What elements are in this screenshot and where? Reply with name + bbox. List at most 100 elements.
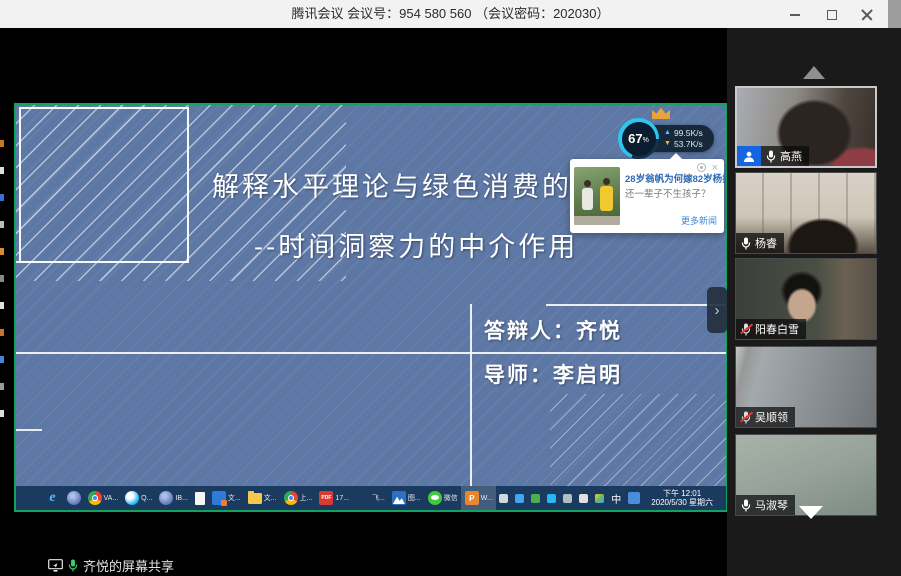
- taskbar-browser[interactable]: [63, 486, 84, 510]
- taskbar-label: 微信: [444, 493, 458, 503]
- taskbar-wps[interactable]: 文...: [208, 486, 244, 510]
- taskbar-ibm[interactable]: IB...: [156, 486, 191, 510]
- member-badge: [737, 146, 761, 166]
- volume-icon[interactable]: [579, 494, 588, 503]
- gear-icon[interactable]: [697, 163, 706, 172]
- mic-on-icon: [741, 499, 751, 512]
- qq-browser-icon: [125, 491, 139, 505]
- slide-vline-decor: [470, 304, 472, 486]
- taskbar-clock[interactable]: 下午 12:01 2020/5/30 星期六: [647, 489, 717, 508]
- antivirus-icon[interactable]: [531, 494, 540, 503]
- sliver: [0, 194, 4, 201]
- sliver: [0, 356, 4, 363]
- slide-corner-lines-decor: [550, 394, 726, 486]
- mic-on-icon: [766, 150, 776, 163]
- taskbar-label: Q...: [141, 495, 152, 502]
- share-banner-text: 齐悦的屏幕共享: [83, 556, 174, 575]
- clock-time: 下午 12:01: [651, 489, 713, 499]
- upload-arrow-icon: ▲: [664, 128, 671, 138]
- sliver: [0, 329, 4, 336]
- news-ad-popup[interactable]: 28岁翁帆为何嫁82岁杨振宁 还一辈子不生孩子？ 更多新闻 ×: [570, 159, 724, 233]
- memory-gauge[interactable]: 67%: [618, 118, 659, 159]
- taskbar-wechat[interactable]: 微信: [424, 486, 461, 510]
- taskbar-label: 上...: [300, 493, 313, 503]
- sliver: [0, 302, 4, 309]
- crown-icon: [652, 107, 670, 119]
- network-globe-icon[interactable]: [515, 494, 524, 503]
- taskbar-chrome-va[interactable]: VA...: [84, 486, 122, 510]
- participant-name: 吴顺领: [755, 409, 788, 425]
- scroll-down-icon[interactable]: [799, 506, 823, 519]
- powerpoint-icon: P: [465, 491, 479, 505]
- presentation-slide: 解释水平理论与绿色消费的 --时间洞察力的中介作用 答辩人：齐悦 导师：李启明 …: [16, 105, 726, 486]
- ad-photo[interactable]: [574, 167, 620, 225]
- participant-video-4[interactable]: 吴顺领: [735, 346, 877, 428]
- gauge-unit: %: [643, 137, 649, 144]
- participant-name: 杨睿: [755, 235, 777, 251]
- maximize-icon[interactable]: [825, 8, 837, 20]
- upload-speed-row: ▲ 99.5K/s: [664, 128, 703, 138]
- close-icon[interactable]: [861, 8, 873, 20]
- net-speed-widget[interactable]: 67% ▲ 99.5K/s ▼ 53.7K/s: [618, 107, 716, 161]
- taskbar-ppt-active[interactable]: P W...: [461, 486, 496, 510]
- ad-close-icon[interactable]: ×: [712, 164, 718, 172]
- shared-windows-taskbar: e VA... Q... IB... 文... 文... 上... PDF: [16, 486, 726, 510]
- globe-icon: [159, 491, 173, 505]
- participant-video-2[interactable]: 杨睿: [735, 172, 877, 254]
- scroll-up-icon[interactable]: [803, 66, 825, 79]
- slide-dash-decor: [16, 429, 42, 431]
- tray-app-icon[interactable]: [628, 492, 640, 504]
- ad-subline: 还一辈子不生孩子？: [625, 186, 721, 200]
- participant-name: 阳春白雪: [755, 321, 799, 337]
- mountain-icon: [392, 491, 406, 505]
- participant-video-1[interactable]: 高燕: [735, 86, 877, 168]
- ad-more-news-link[interactable]: 更多新闻: [681, 214, 717, 227]
- taskbar-pdf[interactable]: PDF 17...: [316, 486, 353, 510]
- gauge-value: 67%: [622, 122, 656, 156]
- start-button[interactable]: [21, 486, 42, 510]
- slide-dash-decor: [16, 261, 34, 263]
- participants-sidebar: 高燕 杨睿 阳春白雪: [727, 28, 901, 576]
- wifi-icon[interactable]: [563, 494, 572, 503]
- sidebar-collapse-tab[interactable]: ›: [707, 287, 727, 333]
- mic-muted-icon: [741, 411, 751, 424]
- photo-path-decor: [574, 216, 620, 225]
- taskbar-label: 飞...: [372, 493, 385, 503]
- participant-video-5[interactable]: 马淑琴: [735, 434, 877, 516]
- taskbar-chrome2[interactable]: 上...: [280, 486, 316, 510]
- bluetooth-icon[interactable]: [499, 494, 508, 503]
- mic-on-icon: [741, 237, 751, 250]
- taskbar-pictures[interactable]: 图...: [388, 486, 424, 510]
- taskbar-qq-browser[interactable]: Q...: [122, 486, 156, 510]
- ie-icon: e: [46, 491, 60, 505]
- participant-video-3[interactable]: 阳春白雪: [735, 258, 877, 340]
- name-badge: 高燕: [761, 146, 809, 166]
- taskbar-label: 文...: [228, 493, 241, 503]
- taskbar-ie[interactable]: e: [42, 486, 63, 510]
- wechat-icon: [428, 491, 442, 505]
- desktop-edge-slivers: [0, 140, 5, 417]
- taskbar-feishu[interactable]: 飞...: [353, 486, 389, 510]
- taskbar-notepad[interactable]: [191, 486, 208, 510]
- name-badge: 阳春白雪: [736, 319, 806, 339]
- input-method-indicator[interactable]: 中: [611, 491, 621, 506]
- sync-icon[interactable]: [547, 494, 556, 503]
- minimize-icon[interactable]: [789, 8, 801, 20]
- ad-headline-link[interactable]: 28岁翁帆为何嫁82岁杨振宁: [625, 171, 721, 185]
- photos-icon[interactable]: [595, 494, 604, 503]
- photo-woman-figure: [600, 178, 613, 211]
- download-arrow-icon: ▼: [664, 139, 671, 149]
- taskbar-folder[interactable]: 文...: [244, 486, 280, 510]
- meeting-titlebar: 腾讯会议 会议号：954 580 560 （会议密码：202030）: [0, 0, 901, 28]
- slide-hline-decor: [16, 352, 726, 354]
- taskbar-label: 图...: [408, 493, 421, 503]
- titlebar-corner-strip: [888, 0, 901, 28]
- taskbar-label: W...: [481, 495, 493, 502]
- mic-muted-icon: [741, 323, 751, 336]
- chrome-icon: [284, 491, 298, 505]
- document-icon: [195, 492, 205, 505]
- sliver: [0, 383, 4, 390]
- screen-share-banner: 齐悦的屏幕共享: [48, 556, 174, 575]
- shared-screen-region: 解释水平理论与绿色消费的 --时间洞察力的中介作用 答辩人：齐悦 导师：李启明 …: [14, 103, 728, 512]
- sliver: [0, 140, 4, 147]
